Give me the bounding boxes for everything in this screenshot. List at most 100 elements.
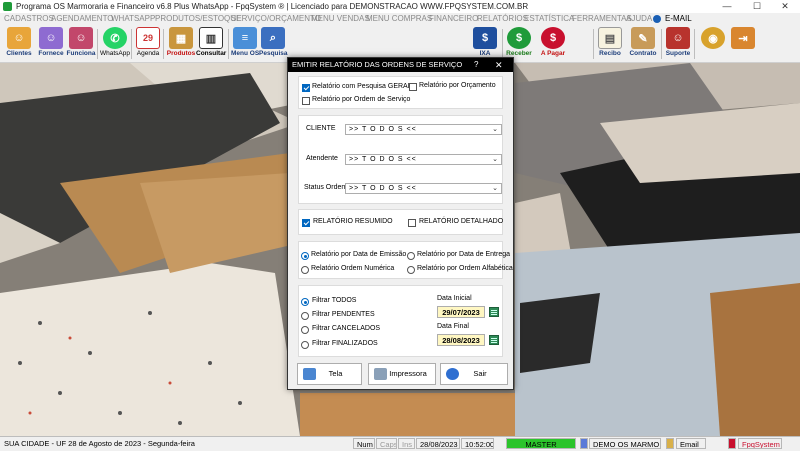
- toolbar-receber-label: Receber: [506, 50, 532, 57]
- status-email[interactable]: Email: [676, 438, 706, 449]
- menu-agendamento[interactable]: AGENDAMENTO: [51, 14, 114, 23]
- menu-estatistica[interactable]: ESTATÍSTICA: [524, 14, 574, 23]
- status-select[interactable]: >> T O D O S << ⌄: [345, 183, 502, 194]
- data-final-label: Data Final: [437, 323, 469, 330]
- money-out-icon: $: [541, 27, 565, 49]
- orcamento-label: Relatório por Orçamento: [419, 82, 496, 89]
- menu-cadastros[interactable]: CADASTROS: [4, 14, 54, 23]
- close-window-button[interactable]: ✕: [770, 0, 800, 13]
- chevron-down-icon: ⌄: [492, 185, 498, 192]
- filter-finalizados-radio[interactable]: [301, 341, 309, 349]
- toolbar-apagar-button[interactable]: $ A Pagar: [536, 27, 570, 60]
- cliente-label: CLIENTE: [306, 125, 336, 132]
- menu-ajuda[interactable]: AJUDA: [626, 14, 652, 23]
- menu-compras[interactable]: MENU COMPRAS: [366, 14, 432, 23]
- status-master-badge: MASTER: [506, 438, 576, 449]
- supplier-icon: ☺: [39, 27, 63, 49]
- toolbar-caixa-button[interactable]: $ IXA: [470, 27, 500, 60]
- cash-register-icon: $: [473, 27, 497, 49]
- atendente-select[interactable]: >> T O D O S << ⌄: [345, 154, 502, 165]
- data-inicial-input[interactable]: 29/07/2023: [437, 306, 485, 318]
- cliente-select[interactable]: >> T O D O S << ⌄: [345, 124, 502, 135]
- toolbar-agenda-button[interactable]: 29 Agenda: [134, 27, 162, 60]
- filter-todos-radio[interactable]: [301, 298, 309, 306]
- maximize-button[interactable]: ☐: [742, 0, 772, 13]
- toolbar-separator: [131, 29, 132, 59]
- filter-fields-group: CLIENTE >> T O D O S << ⌄ Atendente >> T…: [298, 115, 503, 204]
- toolbar-produtos-button[interactable]: ▦ Produtos: [166, 27, 196, 60]
- geral-checkbox[interactable]: [302, 84, 310, 92]
- document-icon: ≡: [233, 27, 257, 49]
- brand-icon: [728, 438, 736, 449]
- toolbar-exit-button[interactable]: ⇥: [730, 27, 756, 60]
- order-entrega-radio[interactable]: [407, 252, 415, 260]
- calendar-icon: 29: [136, 27, 160, 49]
- window-title: Programa OS Marmoraria e Financeiro v6.8…: [16, 2, 529, 11]
- data-final-input[interactable]: 28/08/2023: [437, 334, 485, 346]
- toolbar-receber-button[interactable]: $ Receber: [504, 27, 534, 60]
- report-dialog: EMITIR RELATÓRIO DAS ORDENS DE SERVIÇO ?…: [287, 57, 514, 390]
- money-in-icon: $: [507, 27, 531, 49]
- order-numerica-radio[interactable]: [301, 266, 309, 274]
- toolbar-fornece-button[interactable]: ☺ Fornece: [36, 27, 66, 60]
- toolbar-suporte-label: Suporte: [665, 50, 691, 57]
- toolbar-pesquisa-button[interactable]: ⌕ Pesquisa: [259, 27, 288, 60]
- report-type-group: Relatório com Pesquisa GERAL Relatório p…: [298, 76, 503, 109]
- toolbar-clientes-label: Clientes: [6, 50, 32, 57]
- menu-relatorios[interactable]: RELATÓRIOS: [477, 14, 528, 23]
- filter-finalizados-label: Filtrar FINALIZADOS: [312, 340, 378, 347]
- menu-servico-orcamento[interactable]: SERVIÇO/ORÇAMENTO: [231, 14, 321, 23]
- toolbar-recibo-button[interactable]: ▤ Recibo: [596, 27, 624, 60]
- impressora-button[interactable]: Impressora: [368, 363, 436, 385]
- toolbar-separator: [694, 29, 695, 59]
- help-button[interactable]: ?: [474, 58, 478, 72]
- filter-cancelados-radio[interactable]: [301, 326, 309, 334]
- sair-button[interactable]: Sair: [440, 363, 508, 385]
- status-filter-group: Filtrar TODOS Filtrar PENDENTES Filtrar …: [298, 285, 503, 357]
- ordem-servico-checkbox[interactable]: [302, 97, 310, 105]
- menu-whatsapp[interactable]: WHATSAPP: [111, 14, 155, 23]
- order-alfabetica-radio[interactable]: [407, 266, 415, 274]
- whatsapp-icon: ✆: [103, 27, 127, 49]
- toolbar-recibo-label: Recibo: [599, 50, 621, 57]
- toolbar-whatsapp-label: WhatsApp: [100, 50, 130, 57]
- chevron-down-icon: ⌄: [492, 126, 498, 133]
- order-emissao-radio[interactable]: [301, 252, 309, 260]
- toolbar-suporte-button[interactable]: ☺ Suporte: [664, 27, 692, 60]
- atendente-select-value: >> T O D O S <<: [349, 156, 417, 163]
- cliente-select-value: >> T O D O S <<: [349, 126, 417, 133]
- toolbar-funciona-label: Funciona: [66, 50, 96, 57]
- menu-vendas[interactable]: MENU VENDAS: [311, 14, 370, 23]
- support-agent-icon: ☺: [666, 27, 690, 49]
- calendar-icon[interactable]: [489, 307, 499, 317]
- dialog-title-bar: EMITIR RELATÓRIO DAS ORDENS DE SERVIÇO ?…: [288, 58, 513, 72]
- menu-produtos-estoque[interactable]: PRODUTOS/ESTOQUE: [155, 14, 241, 23]
- resumido-checkbox[interactable]: [302, 219, 310, 227]
- resumido-label: RELATÓRIO RESUMIDO: [313, 218, 393, 225]
- database-icon: [580, 438, 588, 449]
- tela-button[interactable]: Tela: [297, 363, 362, 385]
- filter-pendentes-radio[interactable]: [301, 312, 309, 320]
- report-detail-group: RELATÓRIO RESUMIDO RELATÓRIO DETALHADO: [298, 209, 503, 235]
- toolbar-contrato-label: Contrato: [629, 50, 657, 57]
- minimize-button[interactable]: —: [712, 0, 742, 13]
- toolbar-whatsapp-button[interactable]: ✆ WhatsApp: [100, 27, 130, 60]
- calendar-icon[interactable]: [489, 335, 499, 345]
- geral-label: Relatório com Pesquisa GERAL: [312, 83, 412, 90]
- toolbar-contrato-button[interactable]: ✎ Contrato: [628, 27, 658, 60]
- menu-email[interactable]: E-MAIL: [665, 14, 692, 23]
- toolbar-coins-button[interactable]: ◉: [700, 27, 726, 60]
- orcamento-checkbox[interactable]: [409, 83, 417, 91]
- status-ins: Ins: [398, 438, 415, 449]
- toolbar-clientes-button[interactable]: ☺ Clientes: [4, 27, 34, 60]
- dialog-close-button[interactable]: ✕: [495, 58, 503, 72]
- menu-ferramentas[interactable]: FERRAMENTAS: [572, 14, 632, 23]
- toolbar-funciona-button[interactable]: ☺ Funciona: [66, 27, 96, 60]
- status-caps: Caps: [376, 438, 397, 449]
- toolbar-consultar-button[interactable]: ▥ Consultar: [196, 27, 226, 60]
- status-time: 10:52:00: [461, 438, 494, 449]
- employee-icon: ☺: [69, 27, 93, 49]
- detalhado-checkbox[interactable]: [408, 219, 416, 227]
- toolbar-menu-os-button[interactable]: ≡ Menu OS: [231, 27, 259, 60]
- menu-financeiro[interactable]: FINANCEIRO: [429, 14, 478, 23]
